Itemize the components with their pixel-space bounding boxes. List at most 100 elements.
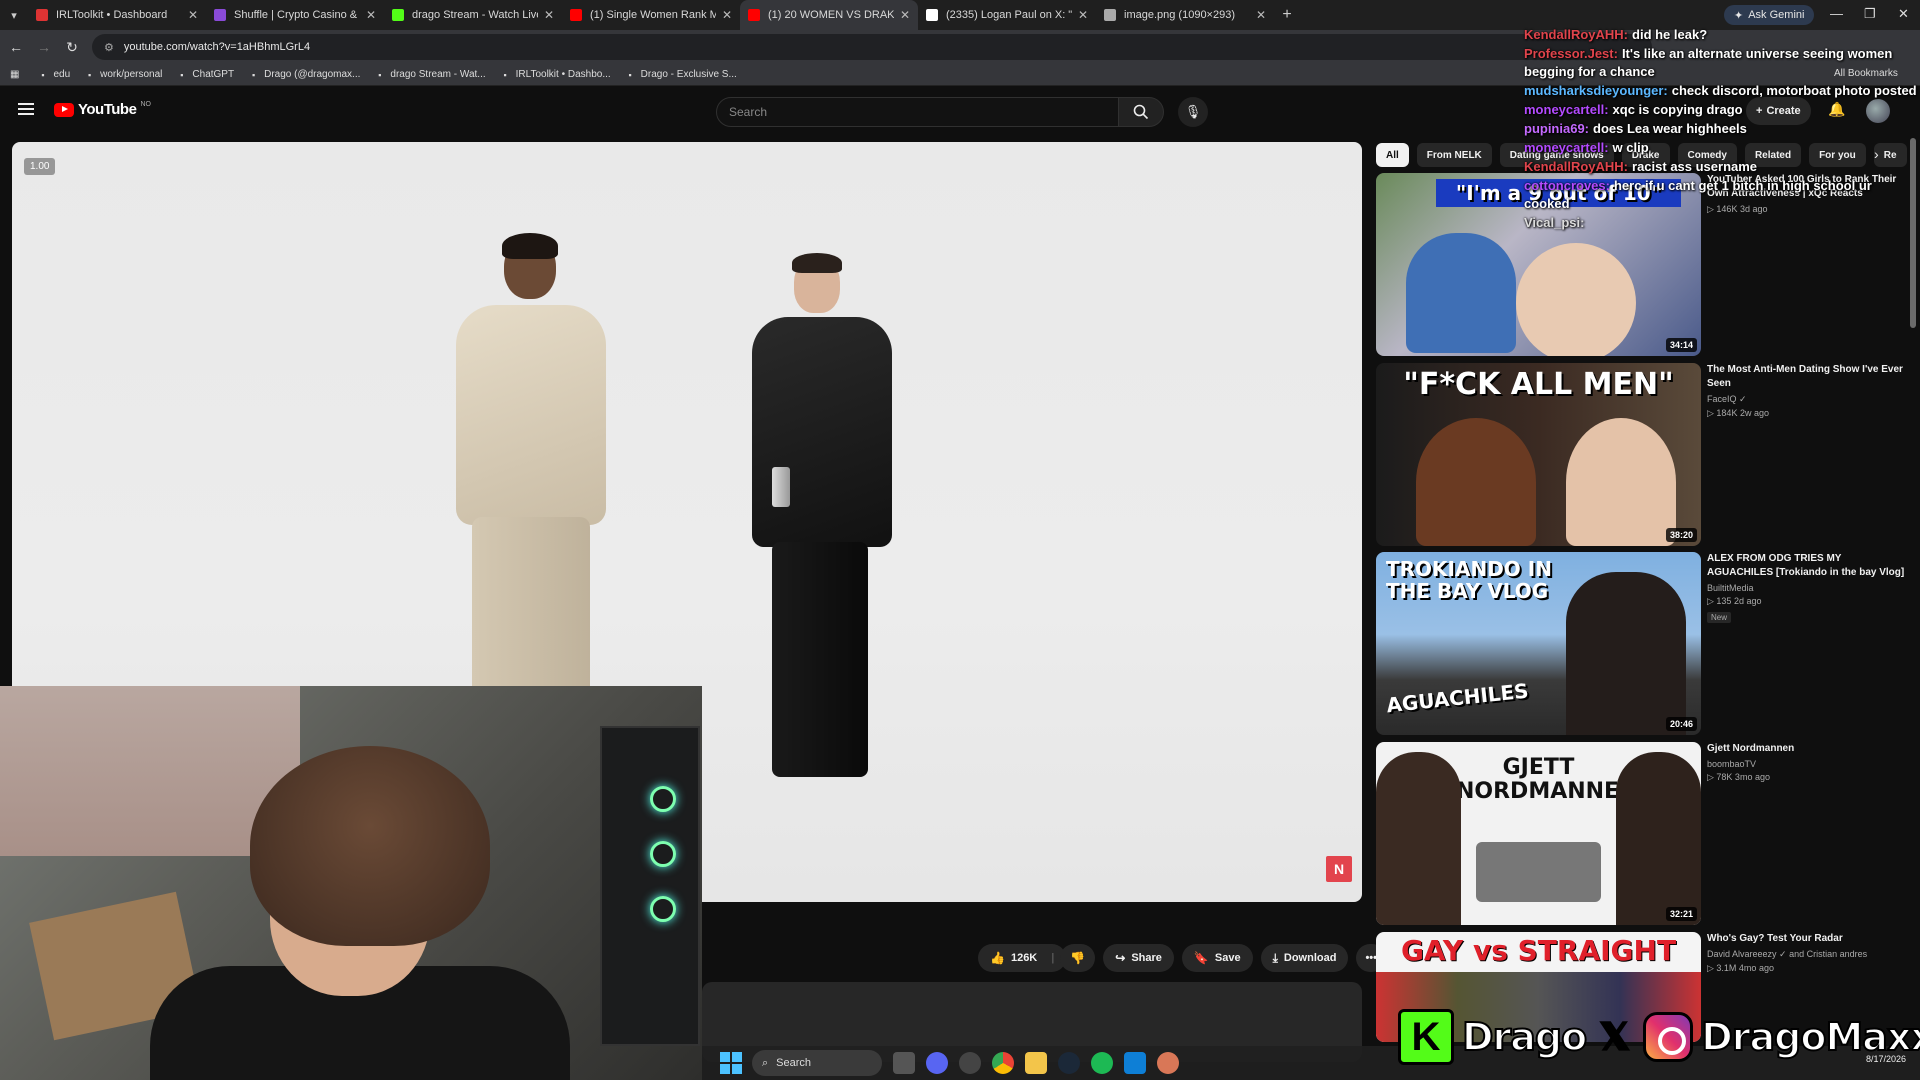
filter-chip[interactable]: All <box>1376 143 1409 167</box>
stream-chat-overlay: KendallRoyAHH: did he leak? Professor.Jest… <box>1524 26 1920 233</box>
back-icon[interactable]: ← <box>4 35 28 59</box>
vscode-icon[interactable] <box>1124 1052 1146 1074</box>
bookmark-item[interactable]: ▪ edu <box>37 69 70 80</box>
tab-close-icon[interactable]: ✕ <box>1078 8 1088 22</box>
new-badge: New <box>1707 612 1732 623</box>
ask-gemini-button[interactable]: ✦ Ask Gemini <box>1724 5 1815 25</box>
bookmark-item[interactable]: ▪ work/personal <box>84 69 162 80</box>
tab-close-icon[interactable]: ✕ <box>1256 8 1266 22</box>
instagram-handle: DragoMaxxer <box>1700 1014 1920 1060</box>
taskbar-search[interactable]: ⌕ Search <box>752 1050 882 1076</box>
recommendation-channel[interactable]: FaceIQ ✓ <box>1707 394 1907 405</box>
bookmark-item[interactable]: ▪ Drago - Exclusive S... <box>625 69 737 80</box>
chrome-icon[interactable] <box>992 1052 1014 1074</box>
pc-fan-light <box>650 841 676 867</box>
recommendation-meta: ▷ 135 2d ago <box>1707 596 1762 606</box>
claude-icon[interactable] <box>1157 1052 1179 1074</box>
obs-icon[interactable] <box>959 1052 981 1074</box>
recommendation-channel[interactable]: boombaoTV <box>1707 759 1907 769</box>
tab-close-icon[interactable]: ✕ <box>366 8 376 22</box>
tab-close-icon[interactable]: ✕ <box>544 8 554 22</box>
bookmark-icon: ▪ <box>628 69 632 80</box>
tab-close-icon[interactable]: ✕ <box>722 8 732 22</box>
recommendation-card[interactable]: "F*CK ALL MEN" 38:20 The Most Anti-Men D… <box>1376 363 1906 546</box>
recommendation-channel[interactable]: BuiltitMedia <box>1707 583 1907 593</box>
duration-badge: 34:14 <box>1665 338 1697 352</box>
menu-icon[interactable] <box>18 103 34 115</box>
video-thumbnail[interactable]: "F*CK ALL MEN" 38:20 <box>1376 363 1701 546</box>
apps-icon[interactable]: ▦ <box>10 69 19 80</box>
bookmark-icon: ▪ <box>88 69 92 80</box>
recommendation-channel[interactable]: David Alvareeezy ✓ and Cristian andres <box>1707 949 1907 960</box>
channel-watermark[interactable]: N <box>1326 856 1352 882</box>
steam-icon[interactable] <box>1058 1052 1080 1074</box>
browser-tab[interactable]: (2335) Logan Paul on X: "If the ✕ <box>918 0 1096 30</box>
playback-speed-indicator: 1.00 <box>24 158 56 175</box>
video-actions: 👍 126K | 👎 ↪ Share 🔖 Save ⤓ Download ••• <box>978 943 1394 973</box>
browser-tab[interactable]: (1) 20 WOMEN VS DRAKE | 20 ✕ <box>740 0 918 30</box>
site-info-icon[interactable]: ⚙ <box>104 41 114 54</box>
video-thumbnail[interactable]: GJETT NORDMANNEN 32:21 <box>1376 742 1701 925</box>
discord-icon[interactable] <box>926 1052 948 1074</box>
task-view-icon[interactable] <box>893 1052 915 1074</box>
save-button[interactable]: 🔖 Save <box>1181 944 1253 972</box>
chat-username: Professor.Jest: <box>1524 46 1618 61</box>
search-button[interactable] <box>1118 97 1164 127</box>
tab-search-icon[interactable]: ▾ <box>0 0 28 30</box>
recommendation-card[interactable]: TROKIANDO IN THE BAY VLOG AGUACHILES 20:… <box>1376 552 1906 735</box>
share-button[interactable]: ↪ Share <box>1103 944 1174 972</box>
gemini-icon: ✦ <box>1734 9 1744 22</box>
bookmark-item[interactable]: ▪ IRLToolkit • Dashbo... <box>500 69 611 80</box>
tab-favicon-icon <box>748 9 760 21</box>
browser-tab[interactable]: drago Stream - Watch Live on K ✕ <box>384 0 562 30</box>
chat-message: Professor.Jest: It's like an alternate un… <box>1524 45 1920 81</box>
bookmark-item[interactable]: ▪ Drago (@dragomax... <box>248 69 360 80</box>
thumbnail-person <box>1406 233 1516 353</box>
tab-favicon-icon <box>214 9 226 21</box>
tab-favicon-icon <box>36 9 48 21</box>
browser-tab[interactable]: IRLToolkit • Dashboard ✕ <box>28 0 206 30</box>
spotify-icon[interactable] <box>1091 1052 1113 1074</box>
video-thumbnail[interactable]: TROKIANDO IN THE BAY VLOG AGUACHILES 20:… <box>1376 552 1701 735</box>
social-branding-overlay: K Drago 𝕏 DragoMaxxer <box>1398 1006 1920 1068</box>
recommendation-title[interactable]: ALEX FROM ODG TRIES MY AGUACHILES [Troki… <box>1707 552 1907 580</box>
chat-message: KendallRoyAHH: did he leak? <box>1524 26 1920 44</box>
voice-search-button[interactable]: 🎙 <box>1178 97 1208 127</box>
chat-text: does Lea wear highheels <box>1593 121 1747 136</box>
recommendation-card[interactable]: GJETT NORDMANNEN 32:21 Gjett Nordmannen … <box>1376 742 1906 925</box>
browser-tab[interactable]: image.png (1090×293) ✕ <box>1096 0 1274 30</box>
youtube-logo[interactable]: YouTube NO <box>54 101 151 118</box>
like-button[interactable]: 👍 126K | <box>978 944 1067 972</box>
recommendation-title[interactable]: Who's Gay? Test Your Radar <box>1707 932 1907 946</box>
dislike-button[interactable]: 👎 <box>1060 944 1096 972</box>
chat-username: moneycartell: <box>1524 140 1609 155</box>
streamer-webcam <box>0 686 702 1080</box>
chat-message: cottoncroves: herc if u cant get 1 bitch … <box>1524 177 1920 213</box>
chat-message: moneycartell: xqc is copying drago <box>1524 101 1920 119</box>
address-bar[interactable]: ⚙ youtube.com/watch?v=1aHBhmLGrL4 <box>92 34 1652 60</box>
new-tab-button[interactable]: + <box>1274 6 1300 24</box>
download-button[interactable]: ⤓ Download <box>1260 944 1349 972</box>
thumbnail-person <box>1416 418 1536 546</box>
forward-icon[interactable]: → <box>32 35 56 59</box>
recommendation-title[interactable]: The Most Anti-Men Dating Show I've Ever … <box>1707 363 1907 391</box>
filter-chip[interactable]: From NELK <box>1416 143 1492 167</box>
windows-start-icon[interactable] <box>720 1052 742 1074</box>
chat-username: Vical_psi: <box>1524 215 1585 230</box>
tab-close-icon[interactable]: ✕ <box>188 8 198 22</box>
browser-tab[interactable]: Shuffle | Crypto Casino & Bitco ✕ <box>206 0 384 30</box>
recommendation-title[interactable]: Gjett Nordmannen <box>1707 742 1907 756</box>
bookmark-item[interactable]: ▪ ChatGPT <box>176 69 234 80</box>
like-count: 126K <box>1010 952 1038 964</box>
file-explorer-icon[interactable] <box>1025 1052 1047 1074</box>
minimize-icon[interactable]: — <box>1830 6 1843 21</box>
close-window-icon[interactable]: ✕ <box>1898 6 1909 22</box>
recommendation-meta: ▷ 184K 2w ago <box>1707 408 1769 418</box>
browser-tab[interactable]: (1) Single Women Rank Men Lo ✕ <box>562 0 740 30</box>
restore-icon[interactable]: ❐ <box>1864 6 1876 22</box>
chat-username: pupinia69: <box>1524 121 1590 136</box>
tab-close-icon[interactable]: ✕ <box>900 8 910 22</box>
search-input[interactable]: Search <box>716 97 1119 127</box>
bookmark-item[interactable]: ▪ drago Stream - Wat... <box>374 69 485 80</box>
reload-icon[interactable]: ↻ <box>60 35 84 59</box>
